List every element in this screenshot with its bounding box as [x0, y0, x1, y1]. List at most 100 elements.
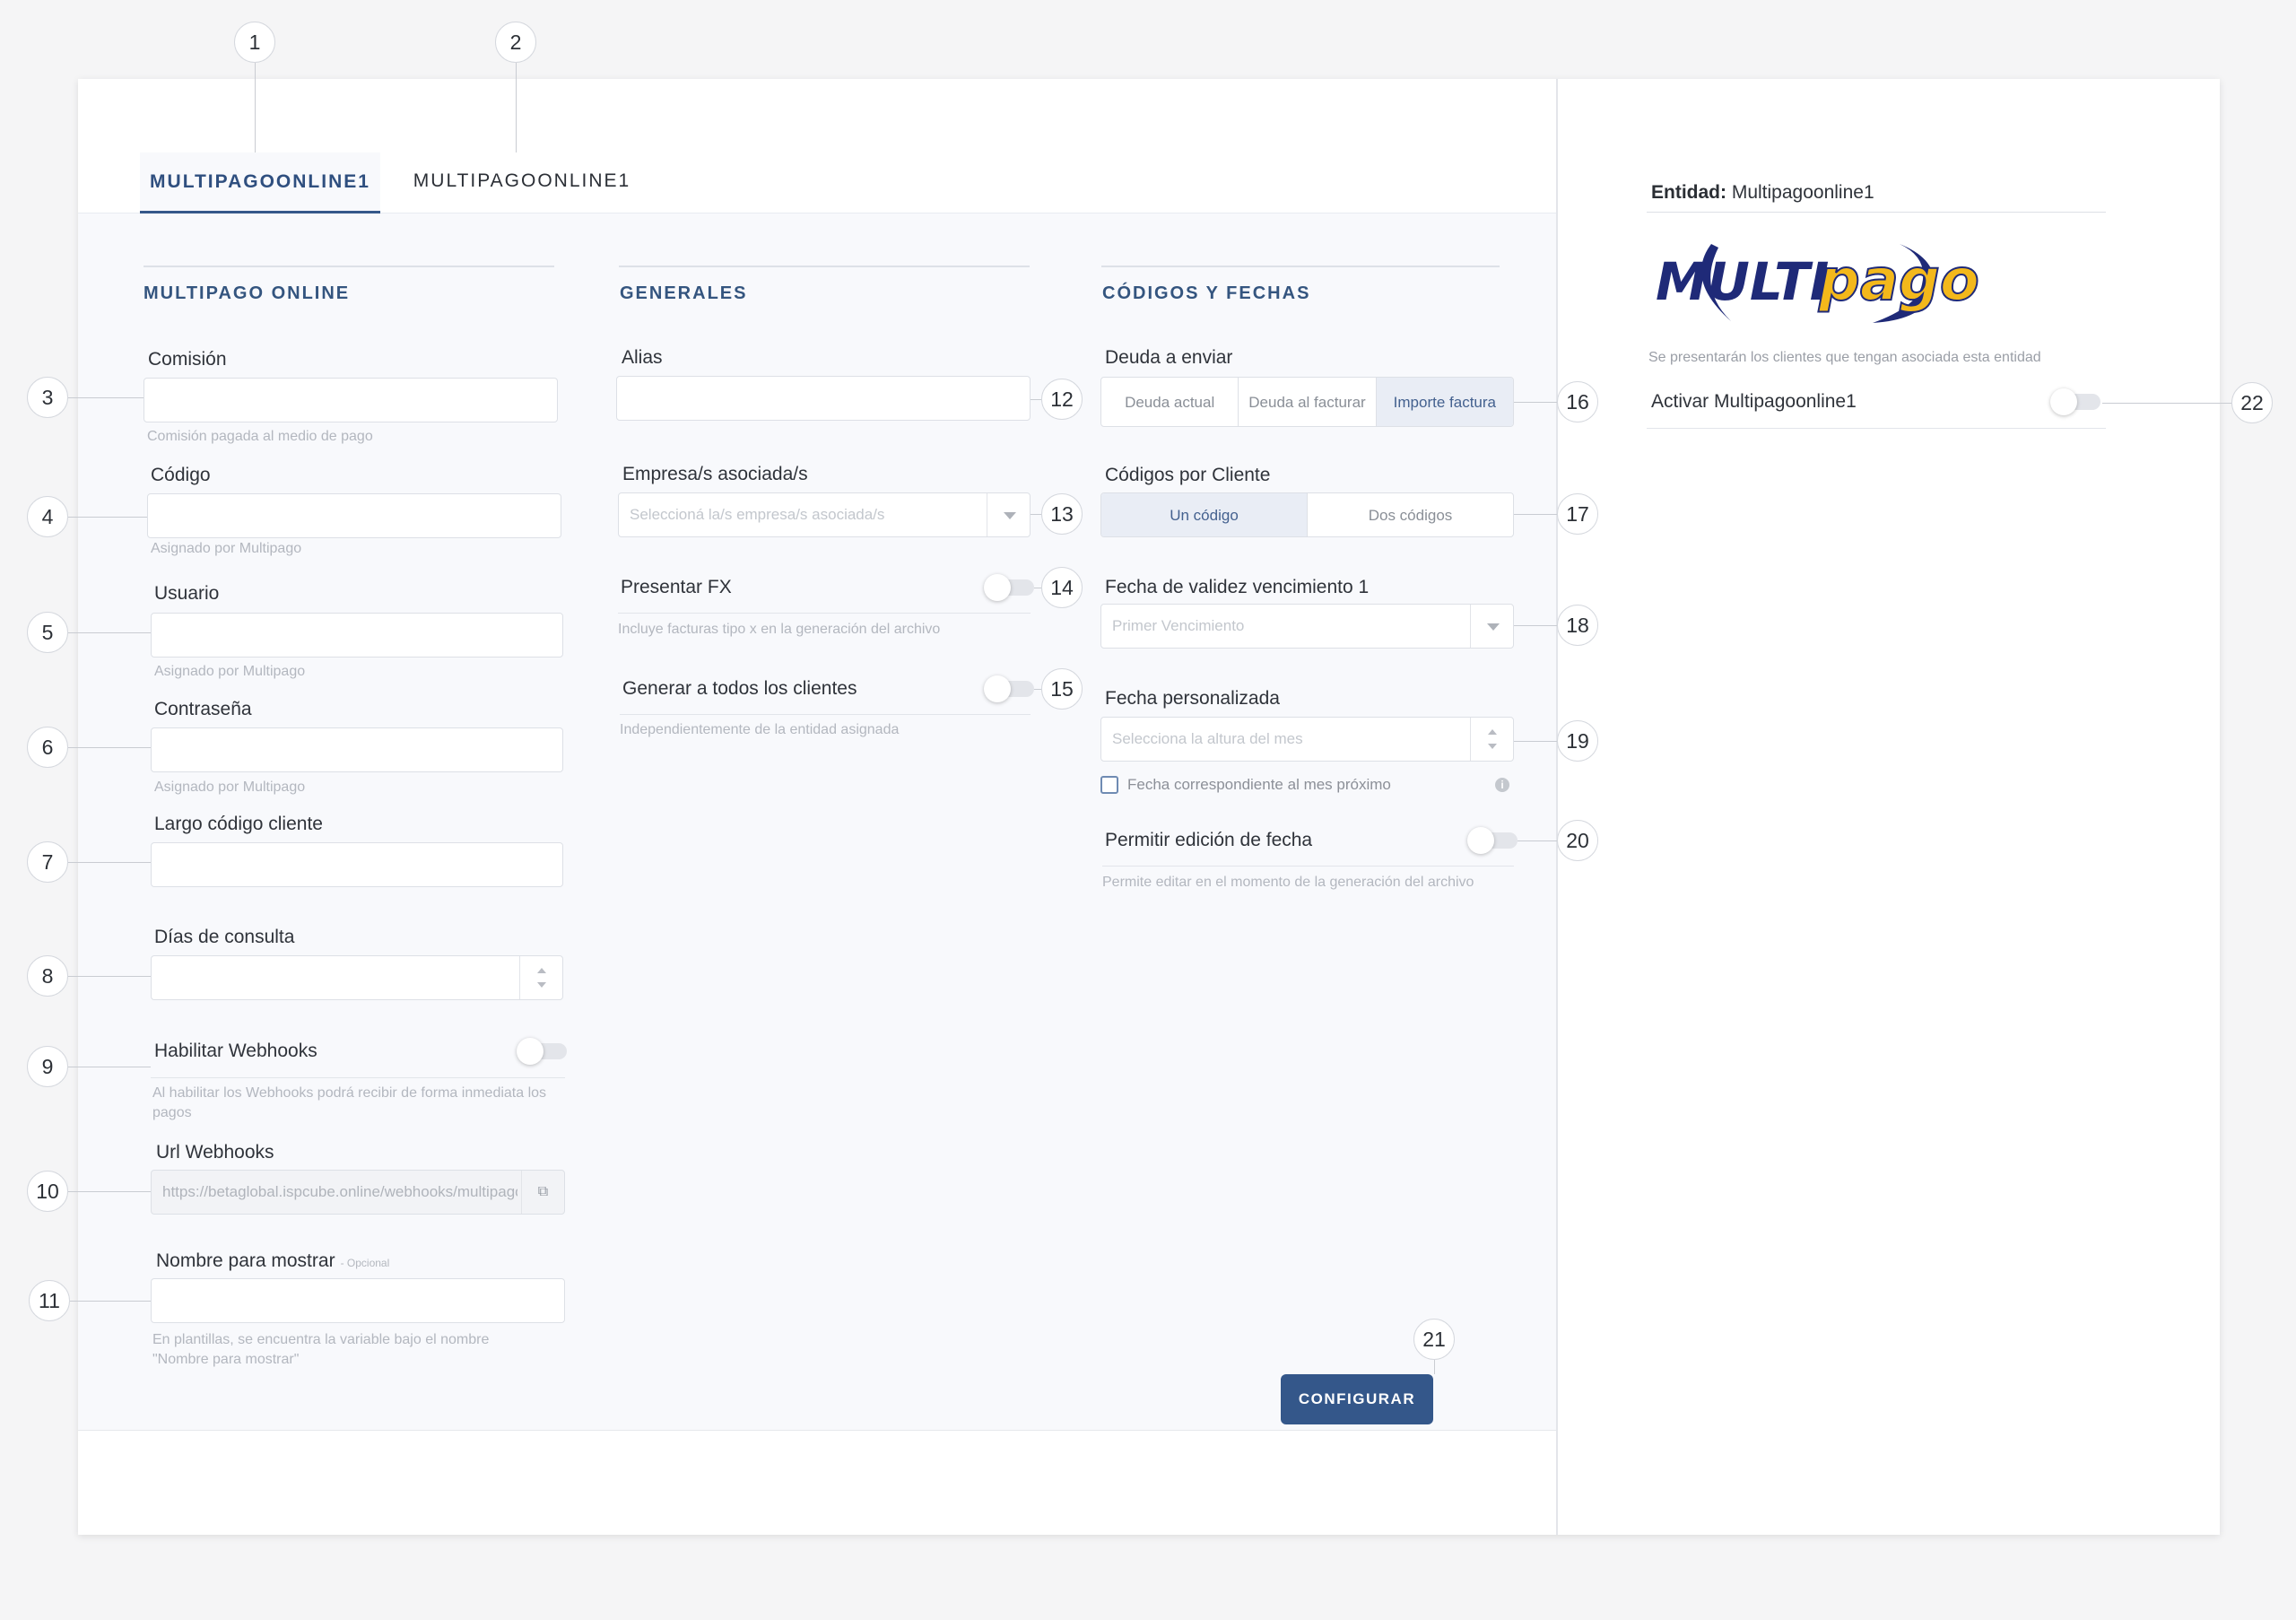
entidad-separator — [1647, 212, 2106, 213]
callout-4: 4 — [27, 496, 68, 537]
fecha-validez-label: Fecha de validez vencimiento 1 — [1105, 577, 1370, 597]
configurar-button[interactable]: CONFIGURAR — [1281, 1374, 1433, 1424]
codigos-option-uno[interactable]: Un código — [1101, 493, 1308, 536]
entidad-value: Multipagoonline1 — [1731, 182, 1874, 203]
callout-line — [1031, 399, 1041, 400]
activar-toggle[interactable] — [2050, 388, 2100, 415]
fecha-validez-select[interactable]: Primer Vencimiento — [1100, 604, 1514, 649]
section-title-multipago-online: MULTIPAGO ONLINE — [144, 283, 351, 303]
callout-19: 19 — [1557, 720, 1598, 762]
edicion-fecha-toggle[interactable] — [1467, 827, 1518, 854]
usuario-input[interactable] — [151, 613, 563, 658]
callout-line — [70, 1301, 151, 1302]
url-webhooks-label: Url Webhooks — [156, 1142, 274, 1163]
tab-multipagoonline1-active[interactable]: MULTIPAGOONLINE1 — [140, 152, 380, 213]
callout-line — [68, 747, 151, 748]
callout-1: 1 — [234, 22, 275, 63]
webhooks-help: Al habilitar los Webhooks podrá recibir … — [152, 1085, 547, 1120]
presentar-fx-help: Incluye facturas tipo x en la generación… — [618, 622, 941, 637]
callout-line — [68, 517, 147, 518]
callout-9: 9 — [27, 1046, 68, 1087]
comision-input[interactable] — [144, 378, 558, 422]
presentar-fx-toggle[interactable] — [984, 574, 1034, 601]
contrasena-help: Asignado por Multipago — [154, 780, 306, 795]
fecha-validez-placeholder: Primer Vencimiento — [1112, 617, 1245, 634]
chevron-down-icon[interactable] — [1470, 605, 1513, 648]
codigos-option-dos[interactable]: Dos códigos — [1308, 493, 1513, 536]
empresas-label: Empresa/s asociada/s — [622, 464, 808, 484]
nombre-mostrar-input[interactable] — [151, 1278, 565, 1323]
generar-todos-toggle[interactable] — [984, 675, 1034, 702]
section-divider — [1101, 266, 1500, 267]
generar-todos-help: Independientemente de la entidad asignad… — [620, 722, 900, 737]
largo-codigo-input[interactable] — [151, 842, 563, 887]
dias-consulta-stepper[interactable] — [519, 956, 562, 999]
activar-label: Activar Multipagoonline1 — [1651, 391, 1857, 412]
callout-line — [1034, 689, 1041, 690]
optional-tag: - Opcional — [340, 1257, 390, 1269]
codigo-label: Código — [151, 465, 211, 485]
section-divider — [619, 266, 1030, 267]
deuda-label: Deuda a enviar — [1105, 347, 1233, 368]
callout-line — [68, 976, 151, 977]
callout-16: 16 — [1557, 381, 1598, 422]
empresas-select[interactable]: Seleccioná la/s empresa/s asociada/s — [618, 492, 1031, 537]
codigos-cliente-segmented: Un código Dos códigos — [1100, 492, 1514, 537]
callout-line — [1514, 402, 1557, 403]
callout-line — [1518, 840, 1557, 841]
presentar-fx-label: Presentar FX — [621, 577, 732, 597]
edicion-fecha-help: Permite editar en el momento de la gener… — [1102, 875, 1474, 890]
fecha-personalizada-stepper[interactable] — [1470, 718, 1513, 761]
callout-21: 21 — [1413, 1319, 1455, 1360]
comision-help: Comisión pagada al medio de pago — [147, 429, 373, 444]
fecha-personalizada-label: Fecha personalizada — [1105, 688, 1280, 709]
callout-line — [1031, 514, 1041, 515]
mes-proximo-label: Fecha correspondiente al mes próximo — [1127, 776, 1391, 793]
codigos-cliente-label: Códigos por Cliente — [1105, 465, 1271, 485]
deuda-option-actual[interactable]: Deuda actual — [1101, 378, 1239, 426]
empresas-placeholder: Seleccioná la/s empresa/s asociada/s — [630, 506, 885, 523]
dias-consulta-label: Días de consulta — [154, 927, 295, 947]
callout-14: 14 — [1041, 567, 1083, 608]
copy-icon[interactable]: ⧉ — [521, 1171, 564, 1214]
largo-codigo-label: Largo código cliente — [154, 814, 323, 834]
generar-todos-separator — [620, 714, 1031, 715]
callout-5: 5 — [27, 612, 68, 653]
webhooks-toggle[interactable] — [517, 1038, 567, 1065]
fecha-personalizada-input[interactable]: Selecciona la altura del mes — [1100, 717, 1514, 762]
logo-text-pago: pago — [1818, 248, 1979, 314]
info-icon[interactable]: i — [1495, 778, 1509, 792]
nombre-mostrar-label: Nombre para mostrar - Opcional — [156, 1250, 390, 1271]
deuda-option-importe[interactable]: Importe factura — [1376, 378, 1513, 426]
alias-input[interactable] — [616, 376, 1031, 421]
callout-12: 12 — [1041, 379, 1083, 420]
tab-multipagoonline1[interactable]: MULTIPAGOONLINE1 — [410, 151, 634, 212]
callout-line — [255, 63, 256, 152]
callout-7: 7 — [27, 841, 68, 883]
dias-consulta-input[interactable] — [151, 955, 563, 1000]
webhooks-separator — [151, 1077, 565, 1078]
mes-proximo-checkbox[interactable] — [1100, 776, 1118, 794]
callout-20: 20 — [1557, 820, 1598, 861]
codigo-input[interactable] — [147, 493, 561, 538]
comision-label: Comisión — [148, 349, 227, 370]
callout-10: 10 — [27, 1171, 68, 1212]
edicion-fecha-separator — [1102, 866, 1514, 867]
webhooks-label: Habilitar Webhooks — [154, 1041, 317, 1061]
callout-18: 18 — [1557, 605, 1598, 646]
callout-3: 3 — [27, 377, 68, 418]
deuda-segmented: Deuda actual Deuda al facturar Importe f… — [1100, 377, 1514, 427]
callout-line — [68, 632, 151, 633]
form-footer — [78, 1430, 1556, 1535]
deuda-option-facturar[interactable]: Deuda al facturar — [1239, 378, 1377, 426]
callout-line — [1514, 741, 1557, 742]
url-webhooks-input[interactable]: https://betaglobal.ispcube.online/webhoo… — [151, 1170, 565, 1215]
edicion-fecha-label: Permitir edición de fecha — [1105, 830, 1313, 850]
callout-line — [516, 63, 517, 152]
chevron-down-icon[interactable] — [987, 493, 1030, 536]
callout-line — [1434, 1360, 1435, 1374]
generar-todos-label: Generar a todos los clientes — [622, 678, 857, 699]
contrasena-input[interactable] — [151, 727, 563, 772]
callout-line — [1514, 514, 1557, 515]
multipago-logo: MULTI pago — [1656, 244, 1980, 323]
